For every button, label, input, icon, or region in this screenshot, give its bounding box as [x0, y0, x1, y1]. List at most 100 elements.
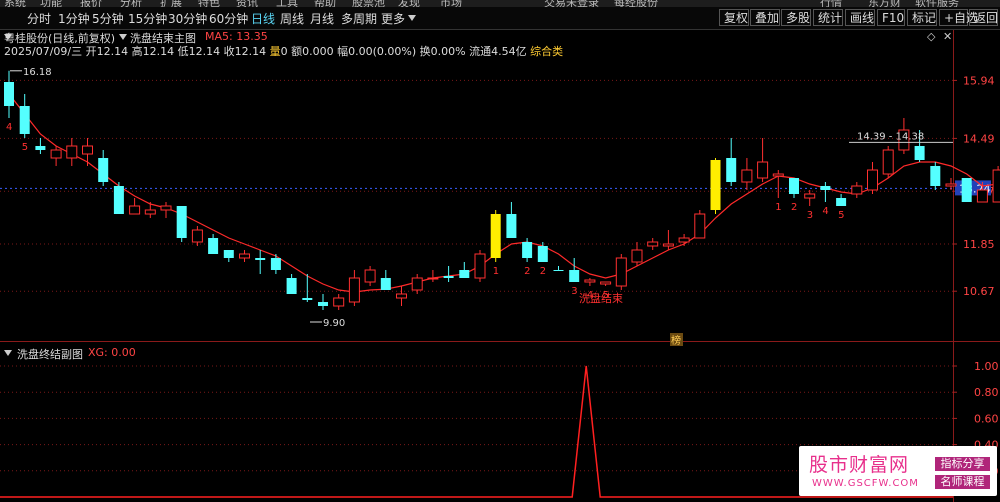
- candle-body: [772, 173, 784, 177]
- watermark-tag-indicators: 指标分享: [935, 457, 990, 471]
- stock-chart: 15.9414.4913.1711.8510.6713.244512234512…: [0, 30, 1000, 502]
- high-label: 高: [131, 45, 143, 58]
- candle-count-label: 2: [524, 266, 530, 277]
- candle-body: [427, 277, 439, 280]
- candle-body: [930, 166, 941, 186]
- candle-body: [411, 277, 423, 291]
- change-label: 幅: [337, 45, 349, 58]
- candle-body: [113, 186, 124, 214]
- watermark-title: 股市财富网: [809, 454, 910, 476]
- candle-count-label: 2: [791, 202, 797, 213]
- candle-body: [348, 277, 360, 303]
- candle-body: [35, 146, 46, 150]
- indicator-tick-label: 0.80: [974, 386, 999, 399]
- indicator-tick-label: 0.60: [974, 412, 999, 425]
- watermark-url: WWW.GSCFW.COM: [812, 478, 919, 489]
- close-value: 12.14: [234, 45, 267, 58]
- candle-count-label: 5: [22, 142, 28, 153]
- candle-body: [537, 246, 548, 262]
- price-tick-label: 14.49: [963, 132, 995, 145]
- candle-body: [804, 193, 816, 199]
- candle-count-label: 4: [822, 206, 828, 217]
- candle-body: [144, 209, 156, 215]
- price-tick-label: 15.94: [963, 74, 995, 87]
- candle-body: [380, 278, 391, 290]
- xg-value: XG: 0.00: [88, 346, 136, 359]
- close-label: 收: [223, 45, 235, 58]
- candle-body: [506, 214, 517, 238]
- ohlc-line: 2025/07/09/三 开12.14 高12.14 低12.14 收12.14…: [4, 43, 563, 59]
- candle-body: [239, 253, 250, 259]
- candle-body: [286, 278, 297, 294]
- turnover-value: 0.00%: [430, 45, 466, 58]
- ma5-label: MA5: 13.35: [205, 30, 268, 43]
- sub-panel-menu-icon[interactable]: [4, 350, 12, 356]
- candle-body: [678, 237, 690, 243]
- watermark-tag-courses: 名师课程: [935, 475, 990, 489]
- candle-body: [255, 258, 266, 260]
- float-value: 4.54亿: [491, 45, 527, 58]
- candle-body: [19, 106, 30, 134]
- candle-body: [976, 189, 988, 203]
- high-price-label: 16.18: [23, 67, 52, 78]
- candle-body: [98, 158, 109, 182]
- candle-body: [82, 145, 93, 155]
- candle-body: [553, 270, 564, 271]
- candle-body: [208, 238, 219, 254]
- candle-body: [757, 161, 769, 179]
- turnover-label: 换: [419, 45, 431, 58]
- candle-body: [914, 146, 925, 160]
- candle-body: [992, 169, 1000, 203]
- change-value: 0.00(0.00%): [348, 45, 417, 58]
- candle-body: [66, 145, 78, 159]
- candle-body: [945, 183, 957, 187]
- candle-count-label: 1: [493, 266, 499, 277]
- candle-count-label: 3: [807, 210, 813, 221]
- candle-body: [615, 257, 627, 287]
- sector-tag[interactable]: 综合类: [530, 45, 563, 58]
- amount-value: 0.000: [302, 45, 334, 58]
- open-value: 12.14: [96, 45, 129, 58]
- candle-count-label: 2: [540, 266, 546, 277]
- candle-body: [522, 242, 533, 258]
- candle-count-label: 3: [571, 286, 577, 297]
- candle-body: [851, 185, 863, 195]
- high-value: 12.14: [142, 45, 175, 58]
- sub-panel-title: 洗盘终结副图: [17, 348, 83, 361]
- candle-body: [569, 270, 580, 282]
- candle-body: [443, 276, 454, 278]
- low-price-label: 9.90: [323, 318, 345, 329]
- candle-body: [631, 249, 643, 263]
- amount-label: 额: [291, 45, 303, 58]
- candle-body: [270, 258, 281, 270]
- rank-tag: 榜: [671, 334, 681, 347]
- candle-body: [490, 214, 501, 258]
- candle-body: [710, 160, 721, 210]
- indicator-menu-icon[interactable]: [119, 34, 127, 40]
- range-label: 14.39 - 14.38: [857, 131, 924, 142]
- volume-value: 0: [280, 45, 288, 58]
- candle-body: [789, 178, 799, 194]
- panel-settings-icon[interactable]: ◇: [927, 30, 935, 43]
- price-tick-label: 10.67: [963, 285, 995, 298]
- candle-body: [364, 269, 376, 283]
- low-value: 12.14: [188, 45, 221, 58]
- candle-body: [160, 205, 172, 211]
- candle-count-label: 5: [838, 210, 844, 221]
- candle-body: [176, 206, 187, 238]
- candle-body: [474, 253, 486, 279]
- candle-body: [4, 82, 14, 106]
- candle-body: [318, 302, 328, 306]
- volume-label: 量: [269, 45, 281, 58]
- indicator-tick-label: 1.00: [974, 360, 999, 373]
- panel-close-icon[interactable]: ✕: [943, 30, 952, 43]
- ma5-line: [8, 93, 999, 293]
- candle-body: [662, 243, 674, 247]
- candle-body: [726, 158, 737, 182]
- candle-count-label: 1: [775, 202, 781, 213]
- candle-body: [129, 205, 141, 215]
- candle-body: [396, 293, 407, 299]
- candle-body: [191, 229, 203, 243]
- candle-body: [820, 186, 831, 190]
- candle-body: [223, 250, 234, 258]
